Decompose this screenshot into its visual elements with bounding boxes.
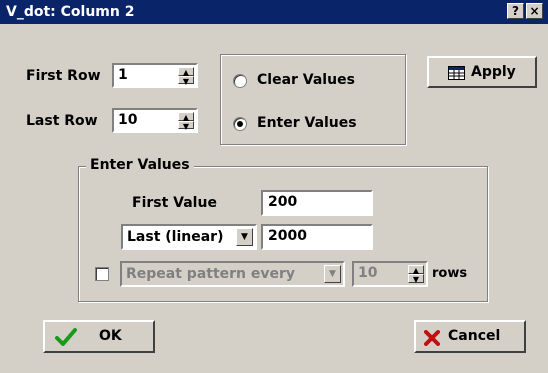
first-value-text: 200 bbox=[268, 194, 298, 210]
help-button[interactable]: ? bbox=[507, 3, 524, 19]
title-bar[interactable]: V_dot: Column 2 ? × bbox=[0, 0, 548, 24]
ok-button[interactable]: OK bbox=[43, 320, 155, 353]
enter-values-label[interactable]: Enter Values bbox=[257, 115, 357, 131]
enter-values-radio[interactable] bbox=[233, 117, 247, 131]
last-row-spin-buttons[interactable]: ▲ ▼ bbox=[178, 112, 194, 130]
repeat-spin-buttons[interactable]: ▲ ▼ bbox=[408, 265, 424, 284]
repeat-pattern-dropdown[interactable]: Repeat pattern every ▼ bbox=[120, 261, 345, 287]
repeat-count-value: 10 bbox=[358, 265, 378, 281]
table-icon bbox=[448, 66, 465, 80]
spin-down-icon[interactable]: ▼ bbox=[408, 274, 424, 284]
checkmark-icon bbox=[55, 328, 77, 346]
chevron-down-icon[interactable]: ▼ bbox=[236, 228, 253, 246]
ok-label: OK bbox=[99, 328, 122, 344]
spin-up-icon[interactable]: ▲ bbox=[178, 67, 194, 77]
close-button[interactable]: × bbox=[526, 3, 543, 19]
mode-group: Clear Values Enter Values bbox=[220, 54, 406, 145]
clear-values-label[interactable]: Clear Values bbox=[257, 72, 355, 88]
last-row-spinner[interactable]: 10 ▲ ▼ bbox=[112, 108, 198, 133]
help-icon: ? bbox=[512, 4, 519, 18]
first-row-value: 1 bbox=[118, 67, 128, 83]
last-value-text: 2000 bbox=[268, 228, 307, 244]
spin-down-icon[interactable]: ▼ bbox=[178, 75, 194, 85]
apply-button[interactable]: Apply bbox=[427, 56, 537, 88]
first-value-input[interactable]: 200 bbox=[261, 190, 373, 216]
first-value-label: First Value bbox=[132, 195, 217, 211]
x-icon bbox=[424, 330, 440, 346]
repeat-count-spinner[interactable]: 10 ▲ ▼ bbox=[352, 261, 428, 287]
last-mode-selected: Last (linear) bbox=[127, 229, 224, 245]
radio-selected-dot bbox=[237, 121, 243, 127]
last-row-value: 10 bbox=[118, 112, 138, 128]
first-row-spinner[interactable]: 1 ▲ ▼ bbox=[112, 63, 198, 88]
first-row-spin-buttons[interactable]: ▲ ▼ bbox=[178, 67, 194, 85]
clear-values-radio[interactable] bbox=[233, 74, 247, 88]
spin-up-icon[interactable]: ▲ bbox=[178, 112, 194, 122]
first-row-label: First Row bbox=[26, 68, 101, 84]
cancel-button[interactable]: Cancel bbox=[414, 320, 526, 353]
repeat-checkbox[interactable] bbox=[95, 267, 109, 281]
last-row-label: Last Row bbox=[26, 113, 98, 129]
spin-down-icon[interactable]: ▼ bbox=[178, 120, 194, 130]
chevron-down-icon[interactable]: ▼ bbox=[324, 265, 341, 283]
repeat-unit-label: rows bbox=[432, 266, 468, 281]
enter-values-group-label: Enter Values bbox=[86, 157, 194, 173]
last-mode-dropdown[interactable]: Last (linear) ▼ bbox=[121, 224, 257, 250]
spin-up-icon[interactable]: ▲ bbox=[408, 265, 424, 275]
window-title: V_dot: Column 2 bbox=[6, 4, 135, 20]
repeat-pattern-label: Repeat pattern every bbox=[126, 266, 296, 282]
close-icon: × bbox=[529, 4, 540, 18]
apply-label: Apply bbox=[471, 64, 516, 80]
last-value-input[interactable]: 2000 bbox=[261, 224, 373, 250]
cancel-label: Cancel bbox=[448, 328, 501, 344]
